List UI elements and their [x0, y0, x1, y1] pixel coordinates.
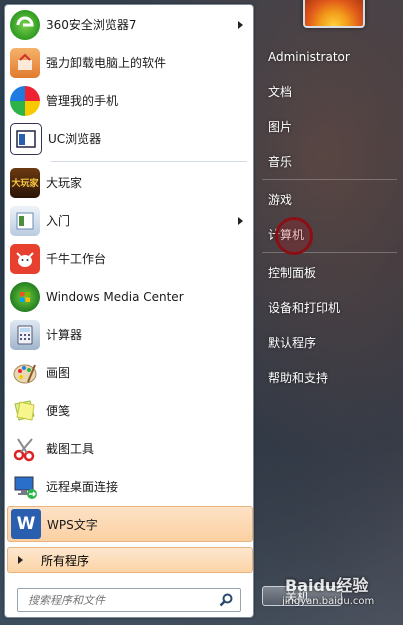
program-label: Windows Media Center [46, 289, 184, 304]
search-input[interactable] [26, 592, 218, 608]
program-item-game-player[interactable]: 大玩家 大玩家 [7, 165, 251, 200]
program-item-qianniu[interactable]: 千牛工作台 [7, 241, 251, 276]
program-label: 大玩家 [46, 176, 83, 190]
program-item-snipping-tool[interactable]: 截图工具 [7, 431, 251, 466]
right-item-pictures[interactable]: 图片 [262, 114, 402, 138]
program-label: 强力卸载电脑上的软件 [46, 56, 167, 70]
360-browser-icon [10, 9, 40, 40]
search-icon[interactable] [218, 592, 234, 608]
program-label: 截图工具 [46, 442, 95, 456]
program-item-paint[interactable]: 画图 [7, 355, 251, 390]
program-item-360-browser[interactable]: 360安全浏览器7 [7, 7, 251, 42]
remote-desktop-icon [10, 472, 40, 502]
program-item-sticky-notes[interactable]: 便笺 [7, 393, 251, 428]
right-item-games[interactable]: 游戏 [262, 187, 402, 211]
right-item-documents[interactable]: 文档 [262, 79, 402, 103]
expand-arrow-icon [18, 556, 23, 564]
user-picture[interactable] [303, 0, 365, 28]
programs-pane: 360安全浏览器7 强力卸载电脑上的软件 管理我的手机 UC浏览器 大玩家 大玩… [4, 4, 254, 618]
program-label: 远程桌面连接 [46, 480, 119, 494]
right-item-help-support[interactable]: 帮助和支持 [262, 365, 402, 389]
program-label: 画图 [46, 366, 71, 380]
program-item-getting-started[interactable]: 入门 [7, 203, 251, 238]
paint-icon [10, 358, 40, 388]
separator [51, 161, 247, 162]
right-item-administrator[interactable]: Administrator [262, 45, 402, 69]
program-item-uc-browser[interactable]: UC浏览器 [7, 121, 251, 156]
program-label: 千牛工作台 [46, 252, 107, 266]
right-item-devices-printers[interactable]: 设备和打印机 [262, 295, 402, 319]
right-item-music[interactable]: 音乐 [262, 149, 402, 173]
program-label: 360安全浏览器7 [46, 18, 137, 32]
sticky-notes-icon [10, 396, 40, 426]
media-center-icon [10, 281, 40, 312]
program-item-remote-desktop[interactable]: 远程桌面连接 [7, 469, 251, 504]
submenu-arrow-icon[interactable] [238, 20, 243, 29]
program-item-wps-writer[interactable]: W WPS文字 [7, 506, 253, 542]
program-label: 入门 [46, 214, 71, 228]
snipping-tool-icon [10, 434, 40, 464]
program-item-calculator[interactable]: 计算器 [7, 317, 251, 352]
wps-writer-icon: W [11, 509, 41, 539]
calculator-icon [10, 319, 40, 350]
uc-browser-icon [10, 122, 42, 155]
program-label: 计算器 [46, 328, 83, 342]
uninstall-icon [10, 47, 40, 78]
watermark-url: jingyan.baidu.com [282, 596, 375, 607]
right-item-default-programs[interactable]: 默认程序 [262, 330, 402, 354]
all-programs-label: 所有程序 [41, 553, 90, 568]
program-label: 便笺 [46, 404, 71, 418]
program-label: 管理我的手机 [46, 94, 119, 108]
highlight-circle [275, 217, 313, 255]
program-label: WPS文字 [47, 517, 98, 532]
game-player-icon: 大玩家 [10, 167, 40, 198]
program-label: UC浏览器 [48, 132, 102, 146]
program-item-media-center[interactable]: Windows Media Center [7, 279, 251, 314]
search-box[interactable] [17, 588, 241, 612]
separator [262, 179, 397, 180]
separator [262, 252, 397, 253]
right-item-control-panel[interactable]: 控制面板 [262, 260, 402, 284]
phone-manager-icon [10, 85, 40, 116]
qianniu-icon [10, 243, 40, 274]
getting-started-icon [10, 205, 40, 236]
program-item-phone-manager[interactable]: 管理我的手机 [7, 83, 251, 118]
submenu-arrow-icon[interactable] [238, 216, 243, 225]
watermark-logo: Baidu经验 [285, 576, 369, 595]
all-programs-button[interactable]: 所有程序 [7, 547, 253, 573]
program-item-uninstall[interactable]: 强力卸载电脑上的软件 [7, 45, 251, 80]
